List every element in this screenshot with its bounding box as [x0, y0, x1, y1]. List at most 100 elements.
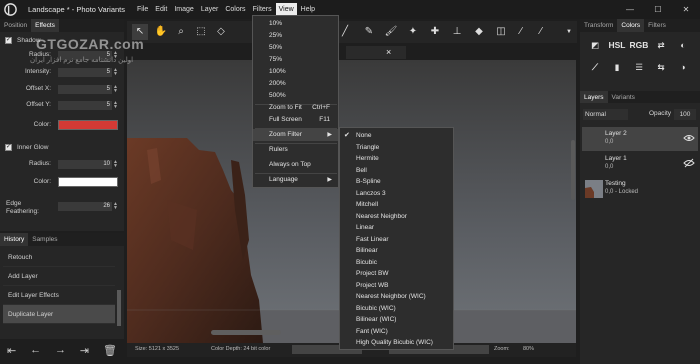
tab-filters[interactable]: Filters	[644, 19, 670, 32]
tab-history[interactable]: History	[0, 233, 29, 246]
eye-hidden-icon[interactable]	[683, 158, 695, 168]
filter-bell[interactable]: Bell	[340, 165, 453, 177]
layer-row[interactable]: Layer 2 0,0	[582, 127, 698, 151]
minimize-icon[interactable]: —	[616, 0, 644, 19]
spin-icon[interactable]: ▲ ▼	[113, 202, 118, 211]
menu-zoom-75[interactable]: 75%	[253, 54, 338, 66]
menu-rulers[interactable]: Rulers	[253, 144, 338, 156]
glow-radius-input[interactable]: 10	[58, 160, 112, 169]
trash-icon[interactable]: 🗑	[103, 344, 117, 357]
spin-icon[interactable]: ▲ ▼	[113, 68, 118, 77]
menu-full-screen[interactable]: Full Screen F11	[253, 114, 338, 126]
selection-tool-icon[interactable]: ⬚	[193, 24, 209, 40]
shadow-radius-input[interactable]: 5	[58, 51, 112, 60]
levels-icon[interactable]: ▮	[607, 59, 627, 75]
magic-wand-icon[interactable]: ✦	[405, 24, 421, 40]
filter-bicubic[interactable]: Bicubic	[340, 257, 453, 269]
close-icon[interactable]: ✕	[672, 0, 700, 19]
filter-fant-wic[interactable]: Fant (WIC)	[340, 326, 453, 338]
opacity-input[interactable]: 100	[674, 109, 696, 120]
fill-tool-icon[interactable]: ◆	[471, 24, 487, 40]
history-item[interactable]: Edit Layer Effects	[3, 286, 115, 305]
filter-none[interactable]: ✔ None	[340, 130, 453, 142]
tab-transform[interactable]: Transform	[580, 19, 617, 32]
history-item[interactable]: Add Layer	[3, 267, 115, 286]
menu-layer[interactable]: Layer	[198, 3, 222, 17]
menu-colors[interactable]: Colors	[222, 3, 248, 17]
smudge-tool-icon[interactable]: ⁄	[533, 24, 549, 40]
blend-mode-select[interactable]: Normal	[583, 109, 628, 120]
pencil-tool-icon[interactable]: ✎	[361, 24, 377, 40]
inner-glow-checkbox[interactable]: ✓	[5, 144, 12, 151]
filter-project-wb[interactable]: Project WB	[340, 280, 453, 292]
contrast-icon[interactable]: ◐	[673, 37, 693, 53]
filter-b-spline[interactable]: B-Spline	[340, 176, 453, 188]
filter-nearest-neighbor[interactable]: Nearest Neighbor	[340, 211, 453, 223]
shadow-offset-y-input[interactable]: 5	[58, 101, 112, 110]
menu-language[interactable]: Language ▶	[253, 174, 338, 186]
saturation-icon[interactable]: ◑	[673, 59, 693, 75]
layer-row[interactable]: Layer 1 0,0	[582, 152, 698, 176]
filter-hermite[interactable]: Hermite	[340, 153, 453, 165]
filter-mitchell[interactable]: Mitchell	[340, 199, 453, 211]
pointer-tool-icon[interactable]: ↖	[132, 24, 148, 40]
spin-icon[interactable]: ▲ ▼	[113, 51, 118, 60]
filter-hq-bicubic-wic[interactable]: High Quality Bicubic (WIC)	[340, 337, 453, 349]
forward-arrow-icon[interactable]: →	[55, 344, 66, 356]
menu-edit[interactable]: Edit	[152, 3, 170, 17]
menu-zoom-filter[interactable]: Zoom Filter ▶	[253, 129, 338, 141]
tab-colors[interactable]: Colors	[617, 19, 645, 32]
dropper-tool-icon[interactable]: ∕	[513, 24, 529, 40]
tab-variants[interactable]: Variants	[608, 91, 639, 103]
tab-position[interactable]: Position	[0, 19, 31, 32]
layer-row[interactable]: Testing 0,0 - Locked	[582, 177, 698, 201]
document-tab[interactable]: ×	[346, 46, 406, 59]
heal-tool-icon[interactable]: ✚	[427, 24, 443, 40]
menu-zoom-100[interactable]: 100%	[253, 66, 338, 78]
lasso-tool-icon[interactable]: ◇	[213, 24, 229, 40]
history-item[interactable]: Retouch	[3, 248, 115, 267]
menu-zoom-to-fit[interactable]: Zoom to Fit Ctrl+F	[253, 102, 338, 114]
tab-samples[interactable]: Samples	[28, 233, 61, 246]
maximize-icon[interactable]: ☐	[644, 0, 672, 19]
menu-zoom-25[interactable]: 25%	[253, 30, 338, 42]
filter-nearest-neighbor-wic[interactable]: Nearest Neighbor (WIC)	[340, 291, 453, 303]
spin-icon[interactable]: ▲ ▼	[113, 160, 118, 169]
filter-bilinear[interactable]: Bilinear	[340, 245, 453, 257]
edge-feathering-input[interactable]: 26	[58, 202, 112, 211]
hand-tool-icon[interactable]: ✋	[153, 24, 169, 40]
swap-icon[interactable]: ⇄	[651, 37, 671, 53]
dropdown-arrow-icon[interactable]: ▼	[561, 24, 577, 40]
filter-linear[interactable]: Linear	[340, 222, 453, 234]
sliders-icon[interactable]: ☰	[629, 59, 649, 75]
history-scrollbar[interactable]	[117, 290, 121, 326]
filter-project-bw[interactable]: Project BW	[340, 268, 453, 280]
eye-icon[interactable]	[683, 133, 695, 143]
filter-bilinear-wic[interactable]: Bilinear (WIC)	[340, 314, 453, 326]
auto-level-icon[interactable]: ◩	[585, 37, 605, 53]
back-arrow-icon[interactable]: ←	[30, 344, 41, 356]
menu-zoom-10[interactable]: 10%	[253, 18, 338, 30]
spin-icon[interactable]: ▲ ▼	[113, 85, 118, 94]
shadow-offset-x-input[interactable]: 5	[58, 85, 112, 94]
filter-triangle[interactable]: Triangle	[340, 142, 453, 154]
shadow-color-swatch[interactable]	[58, 120, 118, 130]
menu-zoom-500[interactable]: 500%	[253, 90, 338, 102]
hsl-button[interactable]: HSL	[607, 37, 627, 53]
last-step-icon[interactable]: ⇥	[80, 344, 89, 357]
drop-shadow-checkbox[interactable]: ✓	[5, 37, 12, 44]
zoom-tool-icon[interactable]: ⌕	[173, 24, 189, 40]
canvas-horizontal-scrollbar[interactable]	[211, 330, 281, 335]
menu-file[interactable]: File	[134, 3, 151, 17]
glow-color-swatch[interactable]	[58, 177, 118, 187]
canvas-vertical-scrollbar[interactable]	[571, 140, 575, 200]
first-step-icon[interactable]: ⇤	[7, 344, 16, 357]
history-item[interactable]: Duplicate Layer	[3, 305, 115, 324]
menu-zoom-50[interactable]: 50%	[253, 42, 338, 54]
zoom-value[interactable]: 80%	[523, 346, 534, 352]
rgb-button[interactable]: RGB	[629, 37, 649, 53]
tab-layers[interactable]: Layers	[580, 91, 608, 103]
filter-bicubic-wic[interactable]: Bicubic (WIC)	[340, 303, 453, 315]
eraser-tool-icon[interactable]: ◫	[493, 24, 509, 40]
shadow-intensity-input[interactable]: 5	[58, 68, 112, 77]
